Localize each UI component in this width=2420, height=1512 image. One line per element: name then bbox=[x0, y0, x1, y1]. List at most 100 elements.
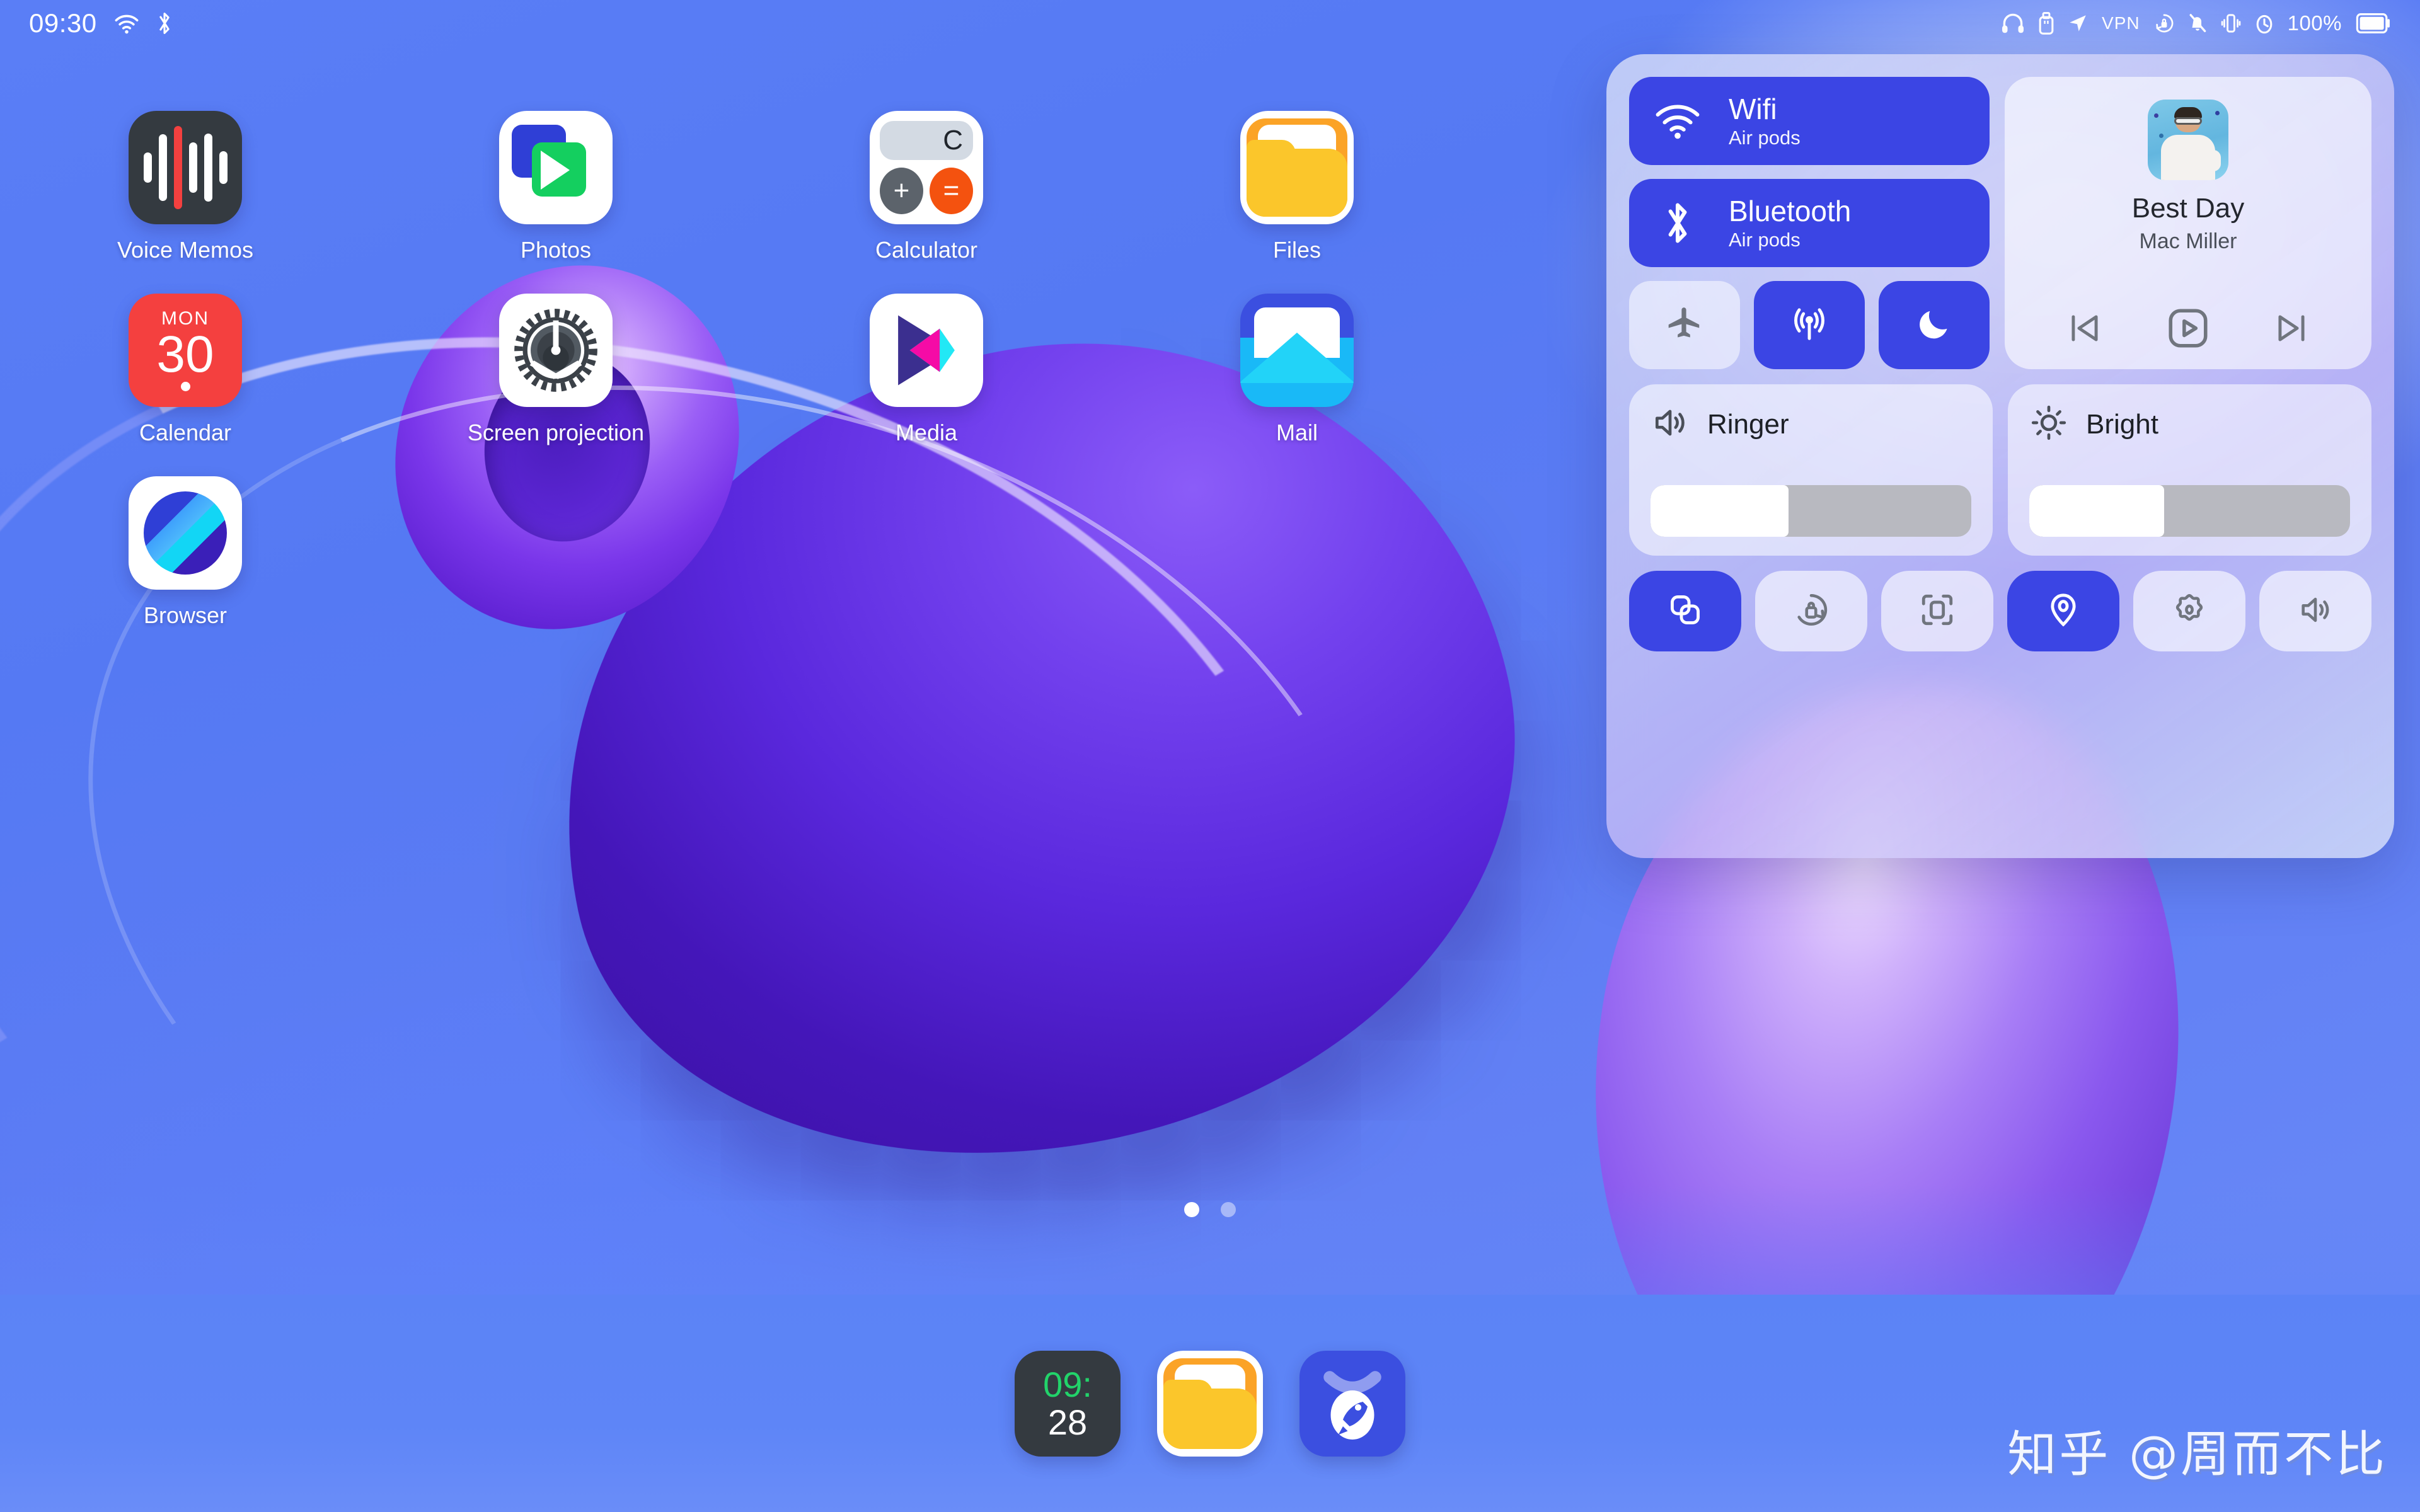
media-icon[interactable] bbox=[870, 294, 983, 407]
settings-toggle[interactable] bbox=[2133, 571, 2245, 651]
watermark: 知乎 @周而不比 bbox=[2007, 1426, 2387, 1483]
app-label: Mail bbox=[1276, 420, 1318, 445]
headphones-icon bbox=[2001, 13, 2025, 34]
ringer-slider-card[interactable]: Ringer bbox=[1629, 384, 1993, 556]
app-screen-projection[interactable]: Screen projection bbox=[371, 277, 741, 446]
app-label: Browser bbox=[143, 602, 228, 628]
voice-memos-icon[interactable] bbox=[129, 111, 242, 224]
app-row-3: Browser bbox=[0, 460, 1512, 629]
clock-widget[interactable]: 09: 28 bbox=[1015, 1350, 1121, 1457]
app-label: Calendar bbox=[139, 420, 232, 445]
files-shortcut-icon[interactable] bbox=[1157, 1350, 1263, 1457]
connectivity-column: Wifi Air pods Bluetooth Air pods bbox=[1629, 77, 1990, 369]
app-label: Voice Memos bbox=[117, 237, 254, 263]
app-voice-memos[interactable]: Voice Memos bbox=[0, 94, 371, 263]
brightness-slider-track[interactable] bbox=[2029, 485, 2350, 537]
bluetooth-toggle[interactable]: Bluetooth Air pods bbox=[1629, 179, 1990, 267]
location-pin-icon bbox=[2045, 592, 2082, 631]
calculator-plus-key: + bbox=[880, 168, 923, 214]
bottom-toggles-row bbox=[1629, 571, 2371, 651]
bluetooth-text: Bluetooth Air pods bbox=[1729, 195, 1851, 251]
bluetooth-icon bbox=[156, 11, 173, 36]
brightness-header: Bright bbox=[2029, 403, 2350, 445]
calendar-icon[interactable]: MON 30 bbox=[129, 294, 242, 407]
app-media[interactable]: Media bbox=[741, 277, 1112, 446]
location-toggle[interactable] bbox=[2007, 571, 2119, 651]
app-label: Screen projection bbox=[467, 420, 645, 445]
wifi-icon bbox=[1653, 102, 1702, 140]
app-calendar[interactable]: MON 30 Calendar bbox=[0, 277, 371, 446]
brightness-slider-card[interactable]: Bright bbox=[2008, 384, 2371, 556]
alarm-icon bbox=[2255, 13, 2274, 34]
volume-icon bbox=[1651, 403, 1690, 445]
screen-cast-toggle[interactable] bbox=[1629, 571, 1741, 651]
app-label: Media bbox=[895, 420, 958, 445]
page-indicator bbox=[0, 1202, 2420, 1217]
brightness-label: Bright bbox=[2086, 408, 2158, 440]
app-browser[interactable]: Browser bbox=[0, 460, 371, 629]
status-bar-right: VPN 100% bbox=[2001, 11, 2391, 35]
wifi-subtitle: Air pods bbox=[1729, 126, 1801, 149]
airplane-icon bbox=[1665, 304, 1704, 346]
brightness-slider-fill bbox=[2029, 485, 2164, 537]
app-label: Photos bbox=[520, 237, 592, 263]
files-icon[interactable] bbox=[1240, 111, 1354, 224]
mute-icon bbox=[2188, 13, 2207, 34]
battery-percent: 100% bbox=[2287, 11, 2342, 35]
app-mail[interactable]: Mail bbox=[1112, 277, 1482, 446]
ringer-slider-fill bbox=[1651, 485, 1789, 537]
mail-icon[interactable] bbox=[1240, 294, 1354, 407]
do-not-disturb-toggle[interactable] bbox=[1879, 281, 1990, 369]
status-clock: 09:30 bbox=[29, 8, 97, 38]
photos-icon[interactable] bbox=[499, 111, 613, 224]
airplane-mode-toggle[interactable] bbox=[1629, 281, 1740, 369]
status-bar: 09:30 VPN 100% bbox=[0, 0, 2420, 47]
moon-icon bbox=[1916, 306, 1952, 345]
wifi-text: Wifi Air pods bbox=[1729, 93, 1801, 149]
app-label: Calculator bbox=[875, 237, 978, 263]
wifi-toggle[interactable]: Wifi Air pods bbox=[1629, 77, 1990, 165]
previous-track-icon[interactable] bbox=[2065, 309, 2104, 348]
album-art bbox=[2148, 100, 2228, 180]
screen-projection-icon[interactable] bbox=[499, 294, 613, 407]
clock-hours: 09: bbox=[1043, 1364, 1092, 1404]
vibrate-icon bbox=[2221, 13, 2241, 34]
app-calculator[interactable]: C + = Calculator bbox=[741, 94, 1112, 263]
app-store-shortcut-icon[interactable] bbox=[1299, 1350, 1405, 1457]
ringer-label: Ringer bbox=[1707, 408, 1789, 440]
track-artist: Mac Miller bbox=[2139, 229, 2237, 253]
app-files[interactable]: Files bbox=[1112, 94, 1482, 263]
bluetooth-subtitle: Air pods bbox=[1729, 228, 1801, 251]
gear-icon bbox=[2171, 592, 2208, 631]
app-row-1: Voice Memos Photos C + = Calculator File… bbox=[0, 94, 1512, 263]
brightness-icon bbox=[2029, 403, 2068, 445]
quick-toggles-row bbox=[1629, 281, 1990, 369]
page-dot-2[interactable] bbox=[1221, 1202, 1236, 1217]
calculator-equals-key: = bbox=[930, 168, 973, 214]
play-icon[interactable] bbox=[2165, 305, 2211, 352]
now-playing-card[interactable]: Best Day Mac Miller bbox=[2005, 77, 2371, 369]
screenshot-icon bbox=[1919, 592, 1956, 631]
page-dot-1[interactable] bbox=[1184, 1202, 1199, 1217]
calendar-event-dot bbox=[180, 382, 190, 392]
ringer-header: Ringer bbox=[1651, 403, 1971, 445]
track-title: Best Day bbox=[2131, 193, 2245, 224]
browser-icon[interactable] bbox=[129, 476, 242, 590]
app-photos[interactable]: Photos bbox=[371, 94, 741, 263]
control-center-panel: Wifi Air pods Bluetooth Air pods Best Da… bbox=[1606, 54, 2394, 858]
status-bar-left: 09:30 bbox=[29, 8, 173, 38]
calculator-icon[interactable]: C + = bbox=[870, 111, 983, 224]
clock-minutes: 28 bbox=[1047, 1402, 1088, 1442]
screenshot-toggle[interactable] bbox=[1881, 571, 1993, 651]
hotspot-icon bbox=[1790, 304, 1829, 346]
calendar-day: 30 bbox=[156, 325, 214, 383]
bluetooth-title: Bluetooth bbox=[1729, 194, 1852, 227]
rotation-lock-toggle[interactable] bbox=[1755, 571, 1867, 651]
bluetooth-icon bbox=[1653, 200, 1702, 246]
hotspot-toggle[interactable] bbox=[1754, 281, 1865, 369]
volume-toggle[interactable] bbox=[2259, 571, 2371, 651]
sliders-row: Ringer Bright bbox=[1629, 384, 2371, 556]
next-track-icon[interactable] bbox=[2272, 309, 2311, 348]
ringer-slider-track[interactable] bbox=[1651, 485, 1971, 537]
vpn-icon: VPN bbox=[2102, 13, 2140, 33]
